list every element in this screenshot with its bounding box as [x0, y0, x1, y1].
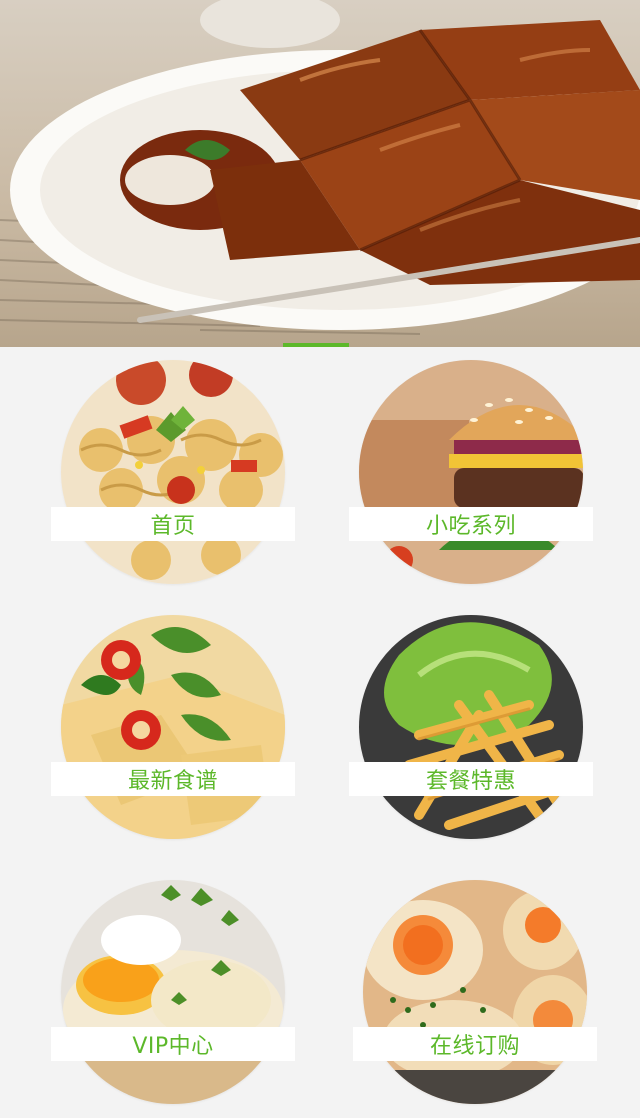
menu-label-band: VIP中心: [51, 1027, 295, 1061]
menu-label: VIP中心: [132, 1034, 214, 1059]
menu-label-band: 首页: [51, 507, 295, 541]
menu-label: 首页: [150, 514, 196, 539]
menu-label-band: 套餐特惠: [349, 762, 593, 796]
menu-item-home[interactable]: 首页: [51, 360, 295, 584]
menu-label: 小吃系列: [425, 514, 516, 539]
braised-duck-illustration: [0, 0, 640, 335]
menu-label-band: 在线订购: [353, 1027, 597, 1061]
fries-lettuce-image: [359, 615, 583, 839]
menu-label: 套餐特惠: [425, 769, 516, 794]
menu-label-band: 最新食谱: [51, 762, 295, 796]
menu-item-deals[interactable]: 套餐特惠: [349, 615, 593, 839]
chicken-chili-image: [61, 615, 285, 839]
menu-item-vip[interactable]: VIP中心: [51, 880, 295, 1104]
menu-label: 在线订购: [429, 1034, 520, 1059]
banner-image[interactable]: [0, 0, 640, 347]
menu-item-recipes[interactable]: 最新食谱: [51, 615, 295, 839]
egg-toast-image: [61, 880, 285, 1104]
burger-image: [359, 360, 583, 584]
egg-tart-image: [363, 880, 587, 1104]
menu-grid: 首页 小吃系列 最新食谱 套餐特惠 VIP中心 在线订购: [0, 347, 640, 1118]
menu-label: 最新食谱: [127, 769, 218, 794]
menu-item-snacks[interactable]: 小吃系列: [349, 360, 593, 584]
menu-label-band: 小吃系列: [349, 507, 593, 541]
pasta-salad-image: [61, 360, 285, 584]
menu-item-order[interactable]: 在线订购: [353, 880, 597, 1104]
